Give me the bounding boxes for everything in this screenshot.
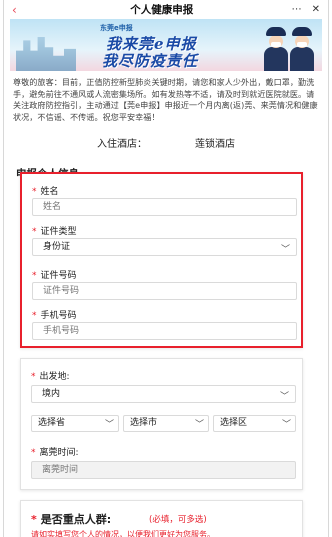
phone-input[interactable] <box>32 322 297 340</box>
hotel-info: 入住酒店： 莲锁酒店 <box>4 135 328 150</box>
hotel-name: 莲锁酒店 <box>195 139 235 151</box>
leave-time-input[interactable] <box>31 461 296 479</box>
personal-info-card: *姓名 *证件类型 身份证 ﹀ *证件号码 *手机号码 <box>20 172 303 348</box>
key-group-hint: 请如实填写您个人的情况，以便我们更好为您服务。 <box>31 530 215 537</box>
name-input[interactable] <box>32 198 297 216</box>
more-icon[interactable]: ⋯ <box>292 4 302 15</box>
origin-label: * 出发地: <box>31 372 70 382</box>
key-group-note: (必填，可多选) <box>149 515 207 525</box>
police-officer-illustration <box>290 27 314 71</box>
leave-time-label: * 离莞时间: <box>31 448 79 458</box>
district-select[interactable]: 选择区 ﹀ <box>213 415 296 432</box>
chevron-down-icon: ﹀ <box>280 245 290 255</box>
id-type-label: * 证件类型 <box>32 227 77 237</box>
departure-card: * 出发地: 境内 ﹀ 选择省 ﹀ 选择市 ﹀ 选择区 ﹀ * 离莞时间: <box>20 358 303 490</box>
campaign-banner: 东莞e申报 我来莞e申报 我尽防疫责任 <box>10 19 322 71</box>
phone-label: * 手机号码 <box>32 311 77 321</box>
chevron-down-icon: ﹀ <box>194 420 204 430</box>
back-arrow-icon[interactable]: ‹ <box>12 3 32 17</box>
top-bar-actions: ⋯ ✕ <box>292 4 320 15</box>
top-bar: ‹ 个人健康申报 ⋯ ✕ <box>4 0 328 19</box>
key-group-title: * 是否重点人群: <box>31 513 112 526</box>
id-type-select[interactable]: 身份证 ﹀ <box>32 238 297 256</box>
name-label: * 姓名 <box>32 187 59 197</box>
city-select[interactable]: 选择市 ﹀ <box>123 415 209 432</box>
id-number-input[interactable] <box>32 282 297 300</box>
police-officer-illustration <box>264 27 288 71</box>
notice-text: 尊敬的旅客：目前，正值防控新型肺炎关键时期，请您和家人少外出，戴口罩，勤洗手，避… <box>13 77 318 122</box>
key-group-card: * 是否重点人群: (必填，可多选) 请如实填写您个人的情况，以便我们更好为您服务… <box>20 500 303 537</box>
skyline-illustration <box>16 37 76 71</box>
chevron-down-icon: ﹀ <box>279 392 289 402</box>
hotel-label: 入住酒店： <box>97 139 147 151</box>
origin-select[interactable]: 境内 ﹀ <box>31 385 296 403</box>
banner-logo: 东莞e申报 <box>100 24 133 32</box>
province-select[interactable]: 选择省 ﹀ <box>31 415 119 432</box>
id-number-label: * 证件号码 <box>32 271 77 281</box>
close-icon[interactable]: ✕ <box>312 4 320 15</box>
chevron-down-icon: ﹀ <box>104 420 114 430</box>
chevron-down-icon: ﹀ <box>281 420 291 430</box>
page-title: 个人健康申报 <box>130 4 194 16</box>
banner-slogan-line2: 我尽防疫责任 <box>102 52 199 70</box>
